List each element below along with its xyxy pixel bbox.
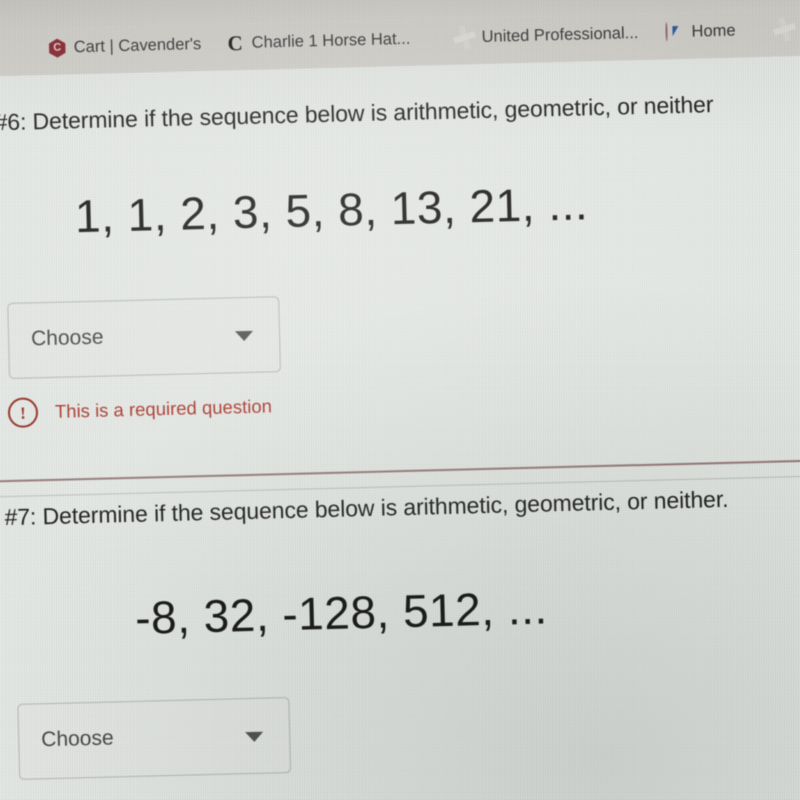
hexagon-c-icon: C	[48, 38, 67, 57]
screen-photograph: ...BDAAR1izp4c0aiY81sfVDzz_dK2UaAK1rQ/fo…	[0, 0, 800, 800]
question-6-required-error: ! This is a required question	[7, 391, 273, 429]
bookmark-label: Cart | Cavender's	[73, 35, 202, 57]
chevron-down-icon[interactable]	[245, 731, 264, 743]
bookmark-label: United Professional...	[481, 23, 639, 46]
browser-window: ...BDAAR1izp4c0aiY81sfVDzz_dK2UaAK1rQ/fo…	[0, 0, 800, 800]
required-error-text: This is a required question	[54, 395, 273, 422]
question-6-prompt: #6: Determine if the sequence below is a…	[0, 91, 714, 136]
question-7-dropdown[interactable]: Choose	[17, 697, 292, 780]
dropdown-value: Choose	[40, 726, 114, 752]
question-7-sequence: -8, 32, -128, 512, ...	[134, 581, 549, 644]
dropdown-value: Choose	[30, 325, 104, 351]
sailboat-icon	[665, 22, 684, 42]
bookmark-label: Charlie 1 Horse Hat...	[251, 29, 411, 52]
url-text: ...BDAAR1izp4c0aiY81sfVDzz_dK2UaAK1rQ/fo…	[47, 0, 616, 3]
letter-c-icon: C	[227, 30, 244, 56]
question-6-sequence: 1, 1, 2, 3, 5, 8, 13, 21, ...	[74, 177, 589, 243]
bookmark-united-professional[interactable]: United Professional...	[455, 24, 638, 48]
bookmark-truncated[interactable]: C	[775, 20, 800, 40]
error-exclamation-icon: !	[7, 397, 39, 429]
question-6-dropdown[interactable]: Choose	[7, 296, 282, 380]
globe-icon	[455, 28, 474, 47]
chevron-down-icon[interactable]	[234, 330, 254, 342]
bookmark-cart-cavenders[interactable]: C Cart | Cavender's	[48, 35, 202, 58]
bookmark-home[interactable]: Home	[665, 21, 736, 43]
bookmark-label: Home	[691, 21, 736, 41]
form-page: #6: Determine if the sequence below is a…	[0, 55, 800, 800]
globe-icon	[775, 20, 794, 39]
bookmark-charlie-1-horse-hat[interactable]: C Charlie 1 Horse Hat...	[225, 29, 411, 56]
